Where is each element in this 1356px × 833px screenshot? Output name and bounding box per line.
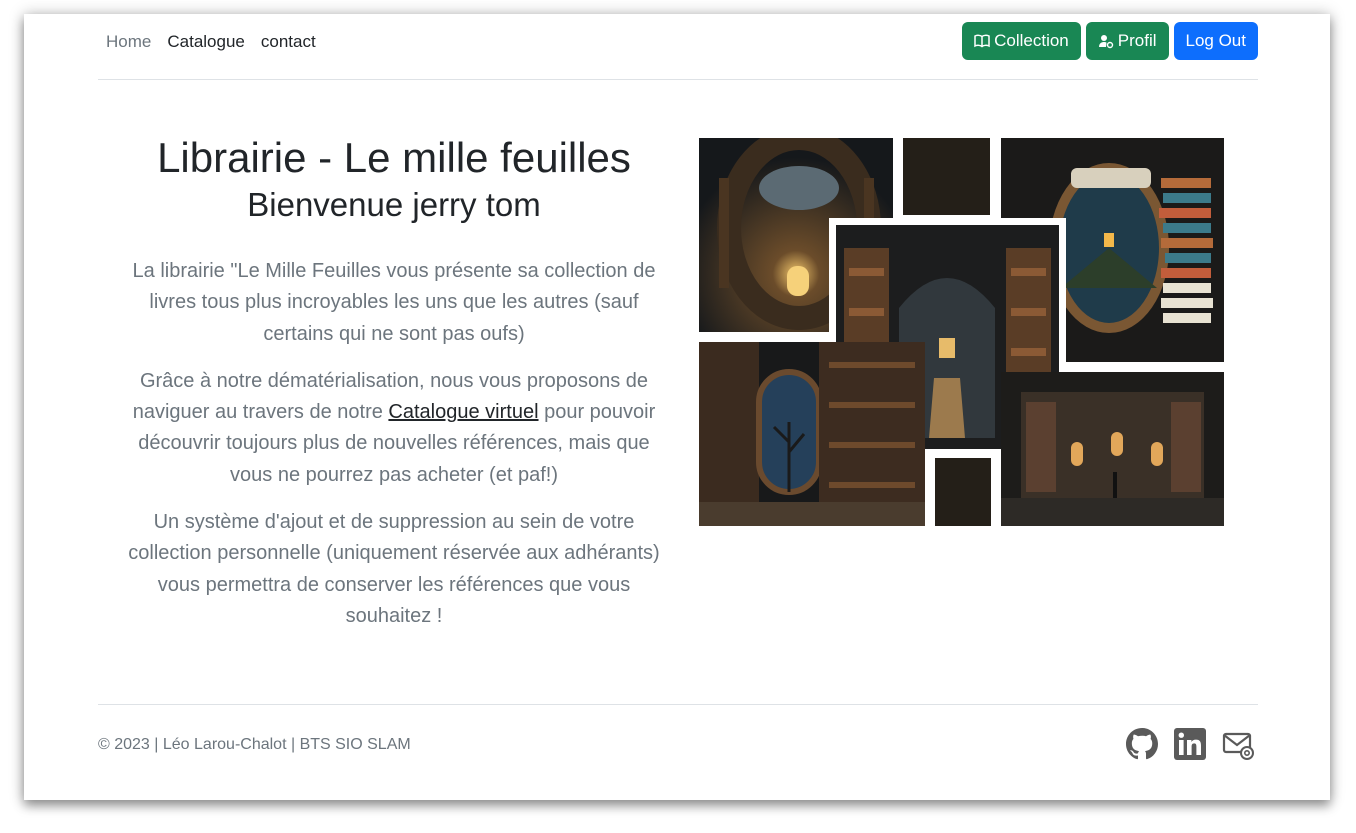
library-hall-image <box>1001 372 1224 526</box>
collection-button[interactable]: Collection <box>962 22 1081 60</box>
footer-divider <box>98 704 1258 705</box>
nav-contact-link[interactable]: contact <box>261 32 316 52</box>
header-divider <box>98 79 1258 80</box>
logout-button[interactable]: Log Out <box>1173 22 1258 60</box>
book-icon <box>974 34 990 48</box>
page-title: Librairie - Le mille feuilles <box>157 134 631 181</box>
dark-panel <box>935 458 991 526</box>
mail-icon[interactable] <box>1222 728 1254 760</box>
logout-button-label: Log Out <box>1185 31 1247 50</box>
intro-paragraph: La librairie "Le Mille Feuilles vous pré… <box>132 260 656 345</box>
dark-panel <box>903 138 990 215</box>
linkedin-icon[interactable] <box>1174 728 1206 760</box>
library-collage <box>699 138 1224 526</box>
collection-paragraph: Un système d'ajout et de suppression au … <box>128 511 660 627</box>
nav-buttons: Collection Profil Log Out <box>962 22 1258 60</box>
catalogue-virtuel-link[interactable]: Catalogue virtuel <box>388 401 538 423</box>
page-frame: Home Catalogue contact Collection Profil… <box>24 14 1330 800</box>
welcome-subtitle: Bienvenue jerry tom <box>247 186 541 223</box>
footer-copyright: © 2023 | Léo Larou-Chalot | BTS SIO SLAM <box>98 736 411 753</box>
hero-section: Librairie - Le mille feuilles Bienvenue … <box>122 132 666 632</box>
github-icon[interactable] <box>1126 728 1158 760</box>
library-window-image <box>699 342 925 526</box>
footer-social-links <box>1126 728 1254 760</box>
catalogue-paragraph: Grâce à notre dématérialisation, nous vo… <box>122 366 666 491</box>
person-gear-icon <box>1098 35 1113 49</box>
nav-catalogue-link[interactable]: Catalogue <box>167 32 245 52</box>
profil-button[interactable]: Profil <box>1085 22 1169 60</box>
profil-button-label: Profil <box>1117 31 1157 50</box>
collection-button-label: Collection <box>994 31 1069 50</box>
nav-home-link[interactable]: Home <box>106 32 151 52</box>
main-nav: Home Catalogue contact <box>106 32 316 52</box>
